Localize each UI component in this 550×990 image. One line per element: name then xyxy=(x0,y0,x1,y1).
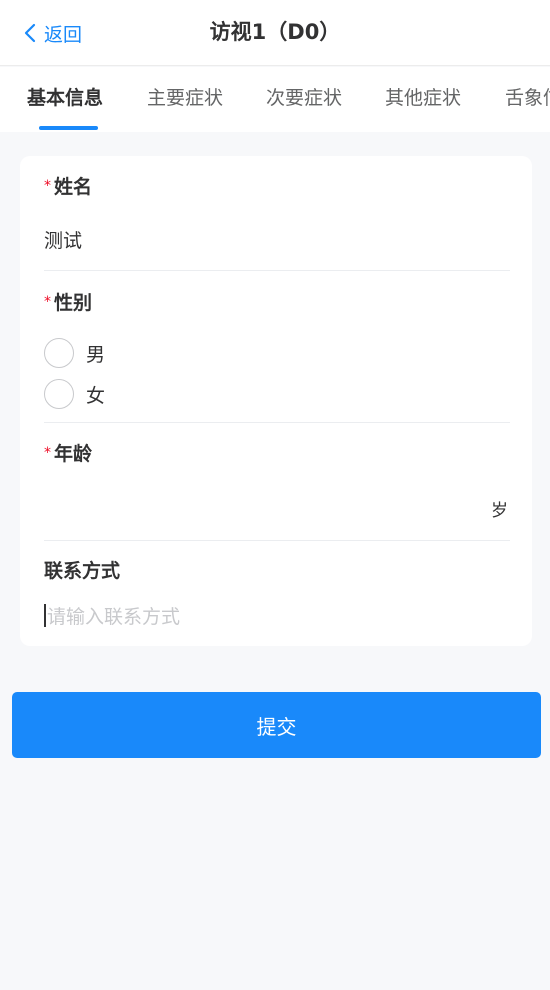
form-card: * 姓名 测试 * 性别 男 女 * 年龄 联系方式 xyxy=(20,156,532,646)
divider xyxy=(44,270,510,271)
tab-secondary-symptoms[interactable]: 次要症状 xyxy=(266,67,342,132)
text-caret xyxy=(44,604,46,627)
tab-basic-info[interactable]: 基本信息 xyxy=(27,67,103,132)
contact-label-text: 联系方式 xyxy=(44,560,121,582)
gender-label-text: 性别 xyxy=(54,292,93,314)
age-input[interactable] xyxy=(24,490,454,524)
gender-radio-male[interactable]: 男 xyxy=(44,338,105,368)
name-value[interactable]: 测试 xyxy=(44,226,82,253)
tab-other-symptoms[interactable]: 其他症状 xyxy=(385,67,461,132)
name-label: * 姓名 xyxy=(44,172,92,199)
submit-button[interactable]: 提交 xyxy=(12,692,541,758)
tab-main-symptoms[interactable]: 主要症状 xyxy=(147,67,223,132)
gender-label: * 性别 xyxy=(44,288,92,315)
required-mark: * xyxy=(44,293,51,310)
tab-tongue-info[interactable]: 舌象信息 xyxy=(505,67,550,132)
radio-circle-icon[interactable] xyxy=(44,338,74,368)
gender-radio-female[interactable]: 女 xyxy=(44,379,105,409)
radio-circle-icon[interactable] xyxy=(44,379,74,409)
age-label-text: 年龄 xyxy=(54,443,93,465)
divider xyxy=(44,422,510,423)
divider xyxy=(44,540,510,541)
gender-option-label: 男 xyxy=(86,343,106,366)
tab-bar: 基本信息 主要症状 次要症状 其他症状 舌象信息 xyxy=(0,67,550,132)
required-mark: * xyxy=(44,444,51,461)
contact-placeholder: 请输入联系方式 xyxy=(47,606,181,628)
required-mark: * xyxy=(44,177,51,194)
nav-bar: 返回 访视1（D0） xyxy=(0,0,550,66)
gender-option-label: 女 xyxy=(86,384,106,407)
name-label-text: 姓名 xyxy=(54,176,93,198)
age-unit: 岁 xyxy=(491,501,508,521)
contact-label: 联系方式 xyxy=(44,556,120,583)
page-title: 访视1（D0） xyxy=(209,20,341,44)
tab-active-indicator xyxy=(39,126,98,130)
age-label: * 年龄 xyxy=(44,439,92,466)
